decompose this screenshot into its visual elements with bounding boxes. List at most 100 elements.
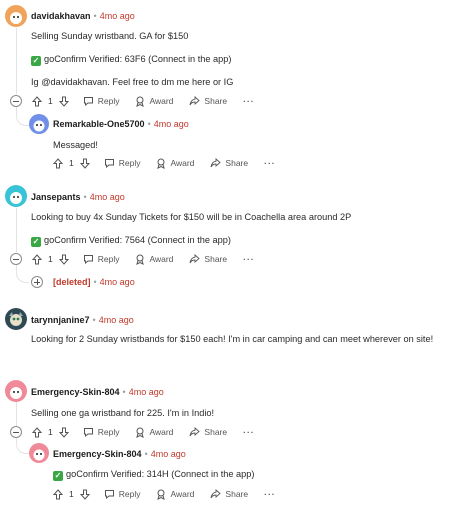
username[interactable]: Emergency-Skin-804: [31, 387, 120, 397]
upvote-icon[interactable]: [32, 426, 42, 438]
share-button[interactable]: Share: [210, 158, 248, 168]
avatar[interactable]: [5, 308, 27, 330]
share-icon: [189, 96, 201, 106]
share-button[interactable]: Share: [189, 254, 227, 264]
timestamp[interactable]: 4mo ago: [100, 277, 135, 287]
separator-dot: •: [83, 192, 87, 202]
reply-button[interactable]: Reply: [104, 489, 140, 499]
more-options-button[interactable]: ···: [243, 427, 255, 437]
award-button[interactable]: Award: [135, 96, 173, 107]
more-options-button[interactable]: ···: [264, 489, 276, 499]
timestamp[interactable]: 4mo ago: [129, 387, 164, 397]
comment-author-line: Jansepants • 4mo ago: [31, 192, 125, 202]
downvote-icon[interactable]: [79, 158, 90, 169]
reply-icon: [104, 159, 114, 168]
vote-count: 1: [69, 158, 74, 168]
reply-button[interactable]: Reply: [83, 96, 119, 106]
timestamp[interactable]: 4mo ago: [100, 11, 135, 21]
vote-count: 1: [69, 489, 74, 499]
comment-actions: 1 Reply Award Share ···: [32, 425, 255, 439]
share-icon: [189, 427, 201, 437]
downvote-icon[interactable]: [79, 489, 90, 500]
separator-dot: •: [93, 11, 97, 21]
avatar[interactable]: [5, 185, 27, 207]
snoo-avatar-icon: [10, 192, 22, 204]
timestamp[interactable]: 4mo ago: [99, 315, 134, 325]
comment-text: ✓ goConfirm Verified: 7564 (Connect in th…: [31, 235, 231, 247]
award-icon: [136, 254, 145, 265]
award-button[interactable]: Award: [156, 489, 194, 500]
timestamp[interactable]: 4mo ago: [151, 449, 186, 459]
reply-button[interactable]: Reply: [83, 254, 119, 264]
username[interactable]: tarynnjanine7: [31, 315, 90, 325]
award-button[interactable]: Award: [135, 254, 173, 265]
upvote-icon[interactable]: [53, 488, 63, 500]
thread-line: [16, 28, 17, 94]
avatar[interactable]: [5, 5, 27, 27]
comment-author-line: Emergency-Skin-804 • 4mo ago: [31, 387, 164, 397]
vote-count: 1: [48, 427, 53, 437]
username[interactable]: Jansepants: [31, 192, 81, 202]
vote-group: 1: [53, 157, 90, 169]
collapse-thread-button[interactable]: [10, 95, 22, 107]
reply-button[interactable]: Reply: [83, 427, 119, 437]
snoo-avatar-icon: [10, 387, 22, 399]
thread-line: [16, 208, 17, 252]
collapse-thread-button[interactable]: [10, 426, 22, 438]
more-options-button[interactable]: ···: [264, 158, 276, 168]
separator-dot: •: [92, 315, 96, 325]
reply-icon: [83, 255, 93, 264]
separator-dot: •: [93, 277, 97, 287]
avatar[interactable]: [29, 443, 49, 463]
reply-button[interactable]: Reply: [104, 158, 140, 168]
expand-thread-button[interactable]: [31, 276, 43, 288]
vote-count: 1: [48, 96, 53, 106]
comment-actions: 1 Reply Award Share ···: [53, 156, 276, 170]
timestamp[interactable]: 4mo ago: [154, 119, 189, 129]
vote-count: 1: [48, 254, 53, 264]
vote-group: 1: [32, 253, 69, 265]
award-icon: [157, 489, 166, 500]
award-button[interactable]: Award: [135, 427, 173, 438]
snoo-avatar-icon: [33, 449, 45, 461]
comment-text: Messaged!: [53, 140, 98, 150]
upvote-icon[interactable]: [32, 253, 42, 265]
comment-text: ✓ goConfirm Verified: 63F6 (Connect in th…: [31, 54, 232, 66]
comment-author-line: Emergency-Skin-804 • 4mo ago: [53, 449, 186, 459]
downvote-icon[interactable]: [58, 427, 69, 438]
username[interactable]: davidakhavan: [31, 11, 91, 21]
comment-text: ✓ goConfirm Verified: 314H (Connect in th…: [53, 469, 255, 481]
thread-curve: [16, 104, 29, 126]
comment-author-line: Remarkable-One5700 • 4mo ago: [53, 119, 189, 129]
vote-group: 1: [32, 95, 69, 107]
collapse-thread-button[interactable]: [10, 253, 22, 265]
avatar[interactable]: [29, 114, 49, 134]
upvote-icon[interactable]: [32, 95, 42, 107]
share-button[interactable]: Share: [189, 427, 227, 437]
separator-dot: •: [147, 119, 151, 129]
more-options-button[interactable]: ···: [243, 96, 255, 106]
award-icon: [157, 158, 166, 169]
award-button[interactable]: Award: [156, 158, 194, 169]
thread-curve: [16, 436, 29, 454]
comment-text: Selling one ga wristband for 225. I'm in…: [31, 408, 215, 418]
award-icon: [136, 427, 145, 438]
upvote-icon[interactable]: [53, 157, 63, 169]
share-button[interactable]: Share: [189, 96, 227, 106]
more-options-button[interactable]: ···: [243, 254, 255, 264]
share-icon: [210, 158, 222, 168]
comment-author-line: tarynnjanine7 • 4mo ago: [31, 315, 134, 325]
avatar[interactable]: [5, 380, 27, 402]
username[interactable]: Emergency-Skin-804: [53, 449, 142, 459]
reply-icon: [83, 97, 93, 106]
snoo-avatar-icon: [10, 12, 22, 24]
comment-actions: 1 Reply Award Share ···: [32, 94, 255, 108]
username[interactable]: Remarkable-One5700: [53, 119, 145, 129]
timestamp[interactable]: 4mo ago: [90, 192, 125, 202]
check-icon: ✓: [53, 471, 63, 481]
downvote-icon[interactable]: [58, 96, 69, 107]
reply-icon: [83, 428, 93, 437]
check-icon: ✓: [31, 56, 41, 66]
share-button[interactable]: Share: [210, 489, 248, 499]
downvote-icon[interactable]: [58, 254, 69, 265]
